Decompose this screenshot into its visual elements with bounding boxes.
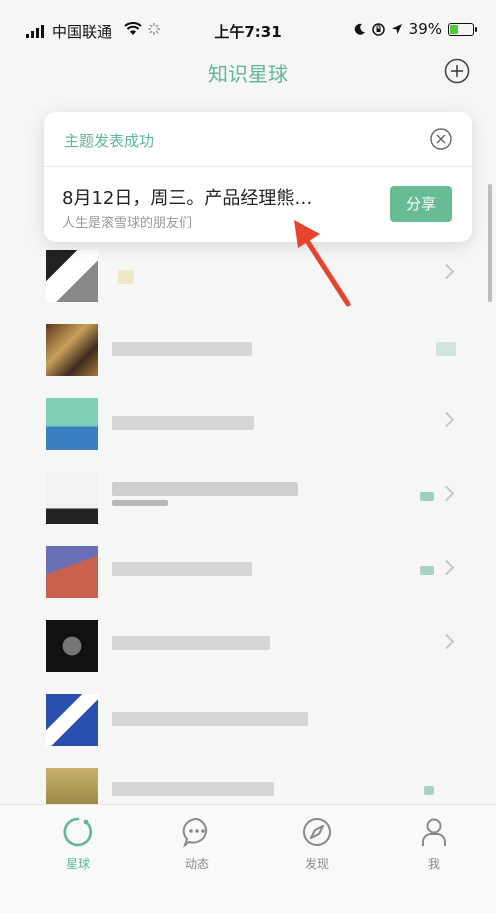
avatar: [46, 694, 98, 746]
list-item[interactable]: [0, 240, 480, 314]
planet-icon: [63, 817, 93, 847]
tab-discover[interactable]: 发现: [277, 815, 357, 872]
add-plus-icon[interactable]: [444, 58, 470, 84]
rotation-lock-icon: [371, 22, 385, 36]
blurred-badge: [436, 342, 456, 356]
avatar: [46, 472, 98, 524]
blurred-badge: [420, 566, 434, 575]
tab-me[interactable]: 我: [394, 815, 474, 872]
compass-icon: [303, 818, 331, 846]
blurred-text: [112, 636, 270, 650]
avatar: [46, 324, 98, 376]
blurred-badge: [420, 492, 434, 501]
blurred-text: [112, 712, 308, 726]
app-header: 知识星球: [0, 52, 496, 96]
post-success-popup: 主题发表成功 8月12日，周三。产品经理熊… 人生是滚雪球的朋友们 分享: [44, 112, 472, 242]
status-bar: 中国联通 上午7:31 39%: [0, 0, 496, 52]
blurred-badge: [424, 786, 434, 795]
avatar: [46, 546, 98, 598]
blurred-text: [112, 482, 298, 496]
blurred-text: [112, 342, 252, 356]
divider: [44, 166, 472, 167]
tab-label: 动态: [184, 857, 209, 871]
blurred-text: [112, 562, 252, 576]
battery-percent: 39%: [408, 20, 442, 38]
chevron-right-icon: [438, 633, 455, 650]
red-arrow-annotation: [294, 220, 351, 307]
page-title: 知识星球: [208, 62, 288, 86]
list-item[interactable]: [0, 462, 480, 536]
chevron-right-icon: [438, 559, 455, 576]
chevron-right-icon: [438, 485, 455, 502]
tab-label: 发现: [304, 857, 329, 871]
share-button[interactable]: 分享: [390, 186, 452, 222]
phone-screen: 中国联通 上午7:31 39% 知识星球 主题发表成功 8月12日，周三。产品经…: [0, 0, 496, 913]
list-item[interactable]: [0, 536, 480, 610]
popup-title: 主题发表成功: [64, 132, 155, 150]
list-item[interactable]: [0, 388, 480, 462]
post-headline[interactable]: 8月12日，周三。产品经理熊…: [62, 184, 352, 210]
person-icon: [422, 818, 446, 846]
avatar: [46, 250, 98, 302]
tab-planet[interactable]: 星球: [38, 815, 118, 872]
avatar: [46, 620, 98, 672]
tab-label: 星球: [65, 857, 90, 871]
post-planet-name: 人生是滚雪球的朋友们: [62, 216, 193, 231]
chat-bubble-icon: [182, 817, 208, 848]
avatar: [46, 398, 98, 450]
blurred-text: [112, 500, 168, 506]
blurred-text: [112, 782, 274, 796]
moon-icon: [354, 23, 365, 35]
battery-icon: [448, 22, 477, 36]
close-icon[interactable]: [430, 128, 452, 150]
blurred-text: [118, 270, 134, 284]
list-item[interactable]: [0, 684, 480, 758]
tab-label: 我: [427, 857, 440, 871]
scrollbar[interactable]: [488, 184, 492, 302]
chevron-right-icon: [438, 263, 455, 280]
chevron-right-icon: [438, 411, 455, 428]
location-icon: [391, 24, 402, 34]
tab-activity[interactable]: 动态: [157, 815, 237, 872]
list-item[interactable]: [0, 314, 480, 388]
tab-bar: 星球 动态 发现 我: [0, 804, 496, 913]
list-item[interactable]: [0, 610, 480, 684]
blurred-text: [112, 416, 254, 430]
